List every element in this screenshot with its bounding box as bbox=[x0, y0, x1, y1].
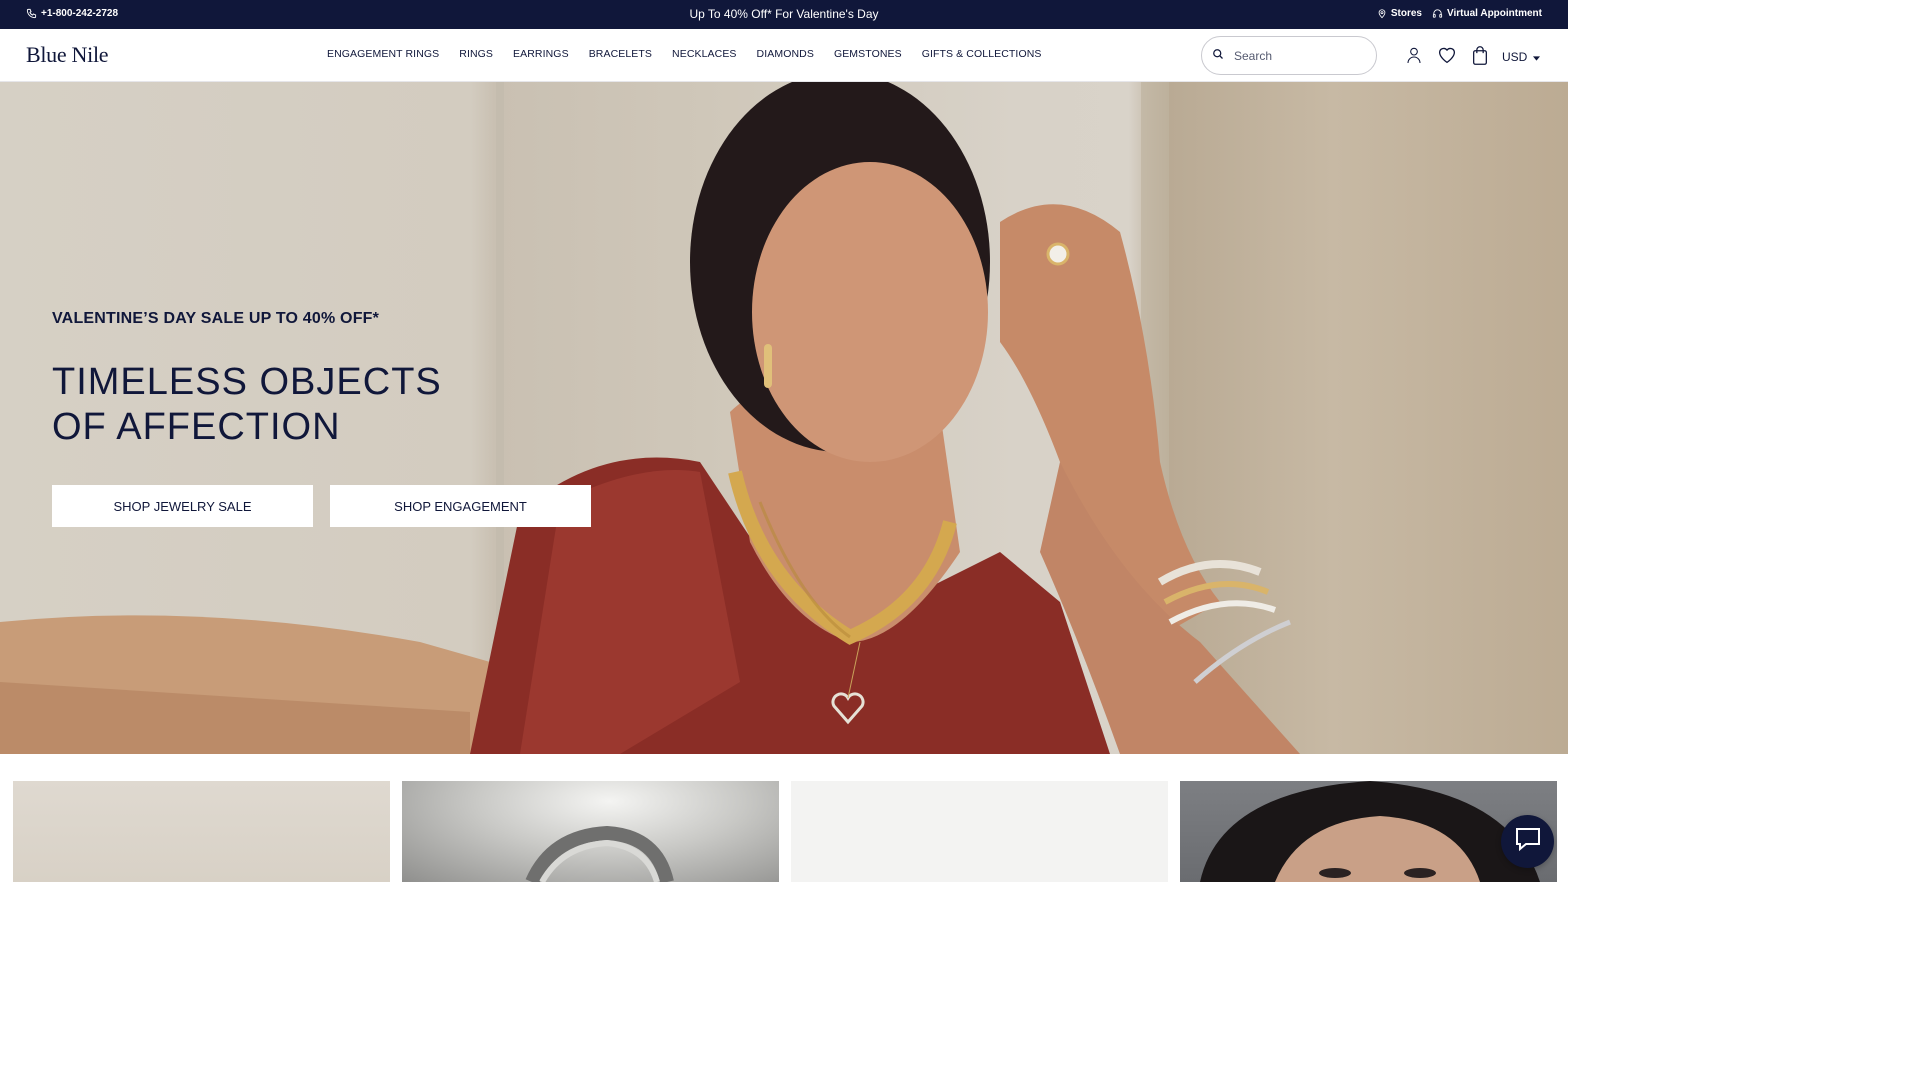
shop-jewelry-sale-button[interactable]: SHOP JEWELRY SALE bbox=[52, 485, 313, 527]
hero-title-line-1: TIMELESS OBJECTS bbox=[52, 361, 442, 403]
stores-label: Stores bbox=[1390, 8, 1422, 19]
shopping-bag-icon[interactable] bbox=[1470, 45, 1490, 65]
hero-title-line-2: OF AFFECTION bbox=[52, 406, 341, 448]
category-tile-1[interactable] bbox=[13, 781, 390, 882]
main-nav: ENGAGEMENT RINGS RINGS EARRINGS BRACELET… bbox=[327, 48, 1042, 60]
search-icon bbox=[1212, 47, 1224, 65]
chat-button[interactable] bbox=[1501, 815, 1554, 868]
portrait-image bbox=[1200, 781, 1540, 882]
category-tile-2[interactable] bbox=[402, 781, 779, 882]
caret-down-icon bbox=[1533, 50, 1541, 64]
hero-title: TIMELESS OBJECTS OF AFFECTION bbox=[52, 360, 442, 450]
logo[interactable]: Blue Nile bbox=[26, 42, 109, 68]
nav-engagement-rings[interactable]: ENGAGEMENT RINGS bbox=[327, 48, 439, 60]
currency-label: USD bbox=[1502, 50, 1528, 64]
category-tile-3[interactable] bbox=[791, 781, 1168, 882]
promo-message[interactable]: Up To 40% Off* For Valentine's Day bbox=[0, 7, 1568, 21]
site-header: Blue Nile ENGAGEMENT RINGS RINGS EARRING… bbox=[0, 29, 1568, 82]
shop-engagement-button[interactable]: SHOP ENGAGEMENT bbox=[330, 485, 591, 527]
category-tile-4[interactable] bbox=[1180, 781, 1557, 882]
virtual-appointment-label: Virtual Appointment bbox=[1447, 8, 1542, 19]
ring-image bbox=[525, 825, 674, 882]
map-pin-icon bbox=[1377, 8, 1387, 19]
chat-icon bbox=[1514, 826, 1542, 857]
promo-bar: +1-800-242-2728 Up To 40% Off* For Valen… bbox=[0, 0, 1568, 29]
nav-gemstones[interactable]: GEMSTONES bbox=[834, 48, 902, 60]
virtual-appointment-link[interactable]: Virtual Appointment bbox=[1432, 8, 1542, 19]
search-box[interactable] bbox=[1201, 36, 1377, 75]
nav-necklaces[interactable]: NECKLACES bbox=[672, 48, 737, 60]
nav-bracelets[interactable]: BRACELETS bbox=[589, 48, 652, 60]
nav-earrings[interactable]: EARRINGS bbox=[513, 48, 569, 60]
currency-selector[interactable]: USD bbox=[1502, 50, 1541, 64]
hero-eyebrow: VALENTINE’S DAY SALE UP TO 40% OFF* bbox=[52, 310, 380, 327]
nav-gifts-collections[interactable]: GIFTS & COLLECTIONS bbox=[922, 48, 1042, 60]
nav-diamonds[interactable]: DIAMONDS bbox=[757, 48, 814, 60]
stores-link[interactable]: Stores bbox=[1377, 8, 1422, 19]
search-input[interactable] bbox=[1234, 48, 1354, 63]
account-icon[interactable] bbox=[1404, 45, 1424, 65]
hero-banner: VALENTINE’S DAY SALE UP TO 40% OFF* TIME… bbox=[0, 82, 1568, 754]
headset-icon bbox=[1432, 8, 1443, 19]
wishlist-heart-icon[interactable] bbox=[1437, 45, 1457, 65]
nav-rings[interactable]: RINGS bbox=[459, 48, 493, 60]
